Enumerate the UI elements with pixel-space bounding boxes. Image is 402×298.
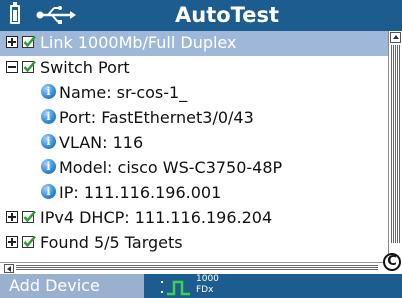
tree-row-vlan[interactable]: i VLAN: 116 xyxy=(0,131,388,156)
scroll-left-arrow-icon[interactable] xyxy=(4,264,14,273)
link-pulse-icon xyxy=(161,280,190,296)
usb-icon xyxy=(36,6,76,24)
tree-row-targets[interactable]: Found 5/5 Targets xyxy=(0,231,388,256)
info-icon: i xyxy=(41,84,56,99)
tree-row-model[interactable]: i Model: cisco WS-C3750-48P xyxy=(0,156,388,181)
bottom-bar: Add Device 1000 FDx xyxy=(0,274,402,298)
horizontal-scroll-thumb[interactable] xyxy=(16,265,378,271)
vertical-scroll-thumb[interactable] xyxy=(391,45,400,243)
results-tree: Link 1000Mb/Full Duplex Switch Port i Na… xyxy=(0,31,388,260)
title-bar: AutoTest xyxy=(0,0,402,31)
tree-row-ipv4-dhcp[interactable]: IPv4 DHCP: 111.116.196.204 xyxy=(0,206,388,231)
tree-row-label: VLAN: 116 xyxy=(59,133,144,152)
corner-c-button[interactable]: C xyxy=(383,253,401,271)
checkmark-icon xyxy=(22,60,36,73)
info-icon: i xyxy=(41,159,56,174)
checkmark-icon xyxy=(22,35,36,48)
tree-row-label: IPv4 DHCP: 111.116.196.204 xyxy=(40,208,273,227)
tree-row-label: Switch Port xyxy=(40,58,130,77)
expand-plus-icon[interactable] xyxy=(6,36,18,48)
battery-icon xyxy=(10,2,20,24)
vertical-scrollbar[interactable] xyxy=(388,31,402,256)
tree-row-ip[interactable]: i IP: 111.116.196.001 xyxy=(0,181,388,206)
tree-row-name[interactable]: i Name: sr-cos-1_ xyxy=(0,81,388,106)
horizontal-scrollbar[interactable] xyxy=(0,262,383,273)
tree-row-port[interactable]: i Port: FastEthernet3/0/43 xyxy=(0,106,388,131)
tree-row-label: Port: FastEthernet3/0/43 xyxy=(59,108,254,127)
page-title: AutoTest xyxy=(175,3,279,27)
tree-row-label: Link 1000Mb/Full Duplex xyxy=(40,33,237,52)
info-icon: i xyxy=(41,109,56,124)
collapse-minus-icon[interactable] xyxy=(6,61,18,73)
link-speed-indicator: 1000 FDx xyxy=(196,274,219,296)
checkmark-icon xyxy=(22,235,36,248)
link-speed-value: 1000 xyxy=(196,274,219,284)
scroll-up-arrow-icon[interactable] xyxy=(390,32,401,43)
tree-row-switch-port[interactable]: Switch Port xyxy=(0,56,388,81)
tree-row-label: Name: sr-cos-1_ xyxy=(59,83,188,102)
info-icon: i xyxy=(41,134,56,149)
checkmark-icon xyxy=(22,210,36,223)
expand-plus-icon[interactable] xyxy=(6,236,18,248)
link-duplex-value: FDx xyxy=(196,285,214,295)
tree-row-label: IP: 111.116.196.001 xyxy=(59,183,222,202)
tree-row-label: Model: cisco WS-C3750-48P xyxy=(59,158,283,177)
tree-row-link[interactable]: Link 1000Mb/Full Duplex xyxy=(0,31,388,56)
tree-row-label: Found 5/5 Targets xyxy=(40,233,183,252)
add-device-button[interactable]: Add Device xyxy=(0,274,144,298)
info-icon: i xyxy=(41,184,56,199)
expand-plus-icon[interactable] xyxy=(6,211,18,223)
